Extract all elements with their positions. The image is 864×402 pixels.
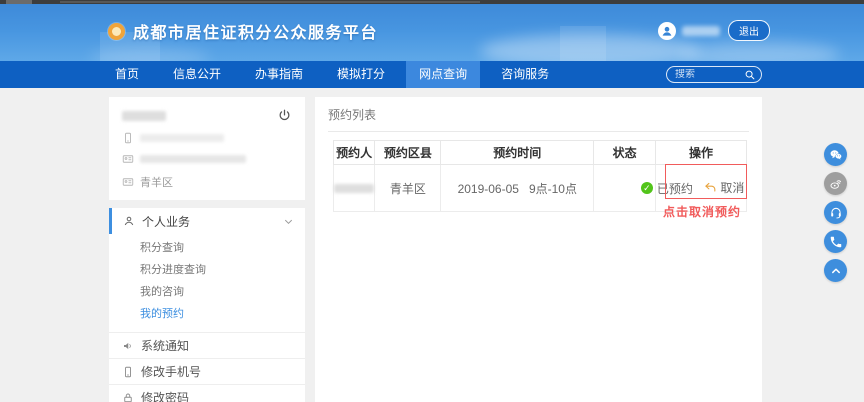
wechat-button[interactable] <box>824 143 847 166</box>
cell-time: 2019-06-05 9点-10点 <box>441 165 594 212</box>
menu-group-label: 个人业务 <box>142 213 190 230</box>
redacted-appointee-name <box>334 184 374 193</box>
check-circle-icon: ✓ <box>641 182 653 194</box>
weibo-button[interactable] <box>824 172 847 195</box>
sidebar-item-my-consultations[interactable]: 我的咨询 <box>109 281 305 303</box>
logout-button[interactable]: 退出 <box>728 20 770 41</box>
sidebar-item-points-progress-query[interactable]: 积分进度查询 <box>109 259 305 281</box>
weibo-icon <box>829 177 843 191</box>
col-header-time: 预约时间 <box>441 141 594 165</box>
user-district: 青羊区 <box>140 174 173 190</box>
main-navigation: 首页 信息公开 办事指南 模拟打分 网点查询 咨询服务 <box>0 61 864 88</box>
sidebar: 青羊区 个人业务 积分查询 积分进度查询 我的咨询 我的预约 <box>109 97 305 402</box>
col-header-action: 操作 <box>656 141 747 165</box>
sidebar-item-change-phone[interactable]: 修改手机号 <box>109 358 305 384</box>
panel-title: 预约列表 <box>328 106 749 132</box>
cell-status: ✓ 已预约 <box>594 165 656 212</box>
person-icon <box>123 215 135 227</box>
undo-icon <box>704 181 717 194</box>
nav-item-branch-query[interactable]: 网点查询 <box>406 61 480 88</box>
mobile-icon <box>122 366 134 378</box>
site-title: 成都市居住证积分公众服务平台 <box>133 19 378 43</box>
appointment-list-panel: 预约列表 预约人 预约区县 预约时间 状态 操作 <box>315 97 762 402</box>
person-icon <box>660 24 674 38</box>
user-info-card: 青羊区 <box>109 97 305 200</box>
nav-item-info-disclosure[interactable]: 信息公开 <box>160 61 234 88</box>
wechat-icon <box>829 148 843 162</box>
cancel-appointment-button[interactable]: 取消 <box>704 179 744 196</box>
search-box[interactable] <box>666 66 762 83</box>
redacted-username <box>682 26 720 36</box>
announcement-icon <box>122 340 134 352</box>
cloud-decoration <box>680 42 840 61</box>
cell-person <box>334 165 375 212</box>
site-banner: 成都市居住证积分公众服务平台 退出 <box>0 4 864 61</box>
menu-group-personal-business[interactable]: 个人业务 <box>109 208 305 234</box>
redacted-user-name <box>122 111 166 121</box>
chevron-up-icon <box>829 264 843 278</box>
sidebar-item-change-password[interactable]: 修改密码 <box>109 384 305 402</box>
phone-contact-button[interactable] <box>824 230 847 253</box>
nav-item-home[interactable]: 首页 <box>102 61 152 88</box>
sidebar-item-system-notifications[interactable]: 系统通知 <box>109 332 305 358</box>
search-input[interactable] <box>675 69 744 80</box>
customer-service-button[interactable] <box>824 201 847 224</box>
sidebar-item-my-appointments[interactable]: 我的预约 <box>109 303 305 325</box>
sidebar-menu: 个人业务 积分查询 积分进度查询 我的咨询 我的预约 系统通知 <box>109 208 305 402</box>
col-header-person: 预约人 <box>334 141 375 165</box>
floating-toolbar <box>824 143 847 282</box>
id-card-icon <box>122 153 134 165</box>
power-logout-icon[interactable] <box>277 108 292 123</box>
headset-icon <box>829 206 843 220</box>
mobile-icon <box>122 132 134 144</box>
phone-icon <box>829 235 843 249</box>
table-header-row: 预约人 预约区县 预约时间 状态 操作 <box>334 141 747 165</box>
site-logo <box>108 23 125 40</box>
nav-item-consult-service[interactable]: 咨询服务 <box>488 61 562 88</box>
appointment-table: 预约人 预约区县 预约时间 状态 操作 青羊区 2019-06-05 9点-10… <box>333 140 747 212</box>
redacted-id-number <box>140 155 246 163</box>
col-header-district: 预约区县 <box>375 141 441 165</box>
lock-icon <box>122 392 134 402</box>
nav-item-guide[interactable]: 办事指南 <box>242 61 316 88</box>
col-header-status: 状态 <box>594 141 656 165</box>
redacted-phone-number <box>140 134 224 142</box>
browser-bookmarks-remnant <box>60 1 480 3</box>
chevron-down-icon <box>283 216 294 227</box>
nav-item-mock-scoring[interactable]: 模拟打分 <box>324 61 398 88</box>
id-card-icon <box>122 176 134 188</box>
annotation-text: 点击取消预约 <box>663 203 741 220</box>
back-to-top-button[interactable] <box>824 259 847 282</box>
user-avatar-icon[interactable] <box>658 22 676 40</box>
cell-district: 青羊区 <box>375 165 441 212</box>
sidebar-item-points-query[interactable]: 积分查询 <box>109 237 305 259</box>
search-icon[interactable] <box>744 69 756 81</box>
